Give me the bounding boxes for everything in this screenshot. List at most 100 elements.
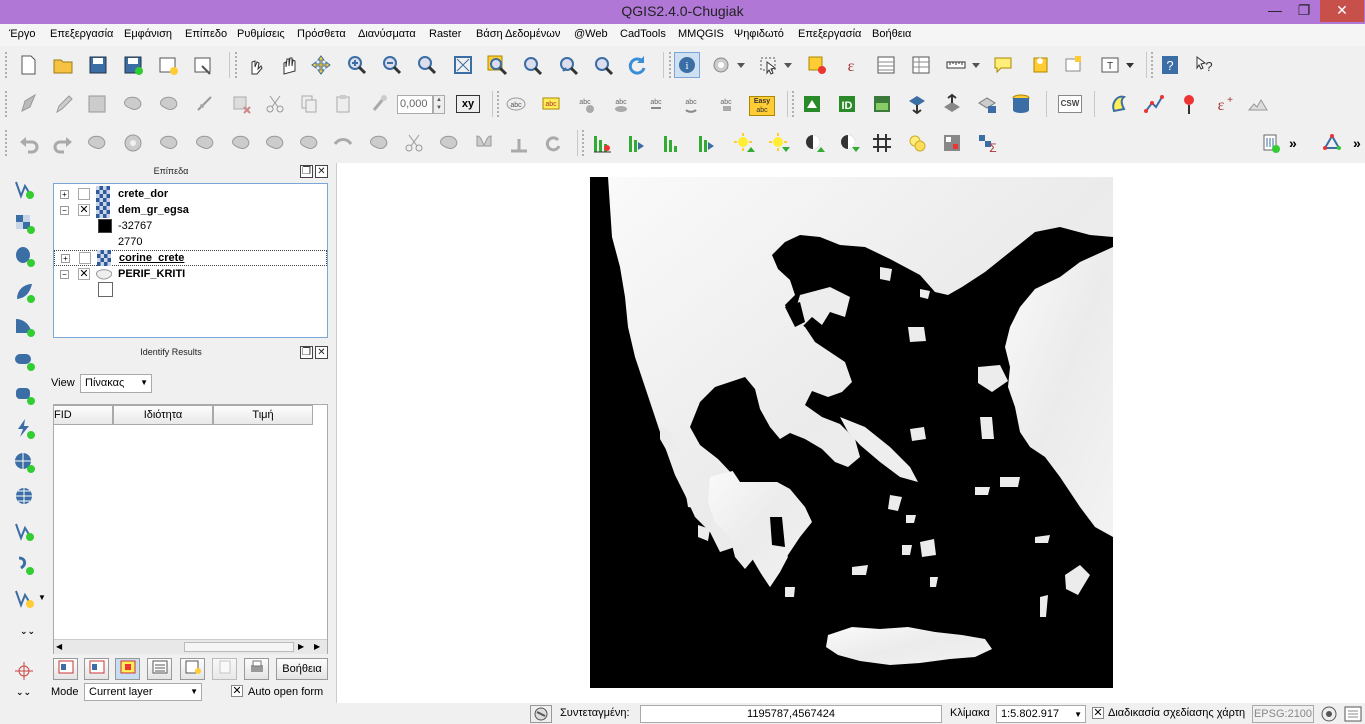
layer-row-perif-kriti[interactable]: − ✕ PERIF_KRITI bbox=[54, 266, 324, 282]
add-wms-icon[interactable] bbox=[799, 91, 825, 117]
layers-close-button[interactable]: ✕ bbox=[315, 165, 328, 178]
coordinate-toggle-icon[interactable] bbox=[530, 705, 552, 723]
scroll-right-arrow-2-icon[interactable]: ▶ bbox=[314, 642, 320, 651]
cumulative-stretch-icon[interactable] bbox=[624, 130, 650, 156]
add-delimited-text-icon[interactable]: ID bbox=[834, 91, 860, 117]
xy-tool-button[interactable]: xy bbox=[456, 95, 480, 113]
paste-features-icon[interactable] bbox=[330, 91, 356, 117]
show-bookmarks-icon[interactable] bbox=[1060, 52, 1086, 78]
dem-raster-map[interactable] bbox=[590, 177, 1113, 688]
whats-this-icon[interactable]: ? bbox=[1191, 52, 1217, 78]
menu-project[interactable]: Έργο bbox=[9, 28, 36, 40]
coordinate-field[interactable]: 1195787,4567424 bbox=[640, 705, 942, 723]
cut-features-icon[interactable] bbox=[262, 91, 288, 117]
menu-processing[interactable]: Επεξεργασία bbox=[798, 28, 861, 40]
toolbar-grip[interactable] bbox=[4, 90, 8, 118]
help-contents-icon[interactable]: ? bbox=[1157, 52, 1183, 78]
expression-plus-icon[interactable]: ε + bbox=[1210, 91, 1236, 117]
zoom-full-icon[interactable] bbox=[450, 52, 476, 78]
delete-ring-icon[interactable] bbox=[228, 130, 254, 156]
toolbar-grip[interactable] bbox=[581, 129, 585, 157]
annotation-dropdown-icon[interactable] bbox=[1124, 52, 1136, 78]
crs-projection-icon[interactable] bbox=[1319, 705, 1339, 723]
minimize-button[interactable]: — bbox=[1261, 0, 1289, 22]
statistics-icon[interactable] bbox=[908, 52, 934, 78]
delete-part-icon[interactable] bbox=[262, 130, 288, 156]
fill-ring-icon[interactable] bbox=[192, 130, 218, 156]
csw-client-button[interactable]: CSW bbox=[1058, 95, 1082, 113]
rotate-point-symbols-icon[interactable] bbox=[367, 91, 393, 117]
more-tools-chevron-icon[interactable]: ⌄⌄ bbox=[20, 626, 35, 637]
expand-all-button[interactable] bbox=[53, 658, 78, 680]
show-hide-labels-icon[interactable]: abc bbox=[608, 91, 634, 117]
save-edits-icon[interactable] bbox=[84, 91, 110, 117]
label-toolbar-icon[interactable]: abc bbox=[503, 91, 529, 117]
refresh-icon[interactable] bbox=[624, 52, 650, 78]
full-histogram-icon[interactable] bbox=[694, 130, 720, 156]
view-select[interactable]: Πίνακας ▼ bbox=[80, 374, 152, 393]
toolbar-grip[interactable] bbox=[234, 51, 238, 79]
add-raster-layer-icon[interactable] bbox=[11, 210, 37, 236]
layer-visibility-checkbox[interactable]: ✕ bbox=[78, 268, 90, 280]
composer-manager-icon[interactable] bbox=[190, 52, 216, 78]
identify-float-button[interactable]: ❐ bbox=[300, 346, 313, 359]
scroll-right-arrow-icon[interactable]: ▶ bbox=[298, 642, 304, 651]
points-icon[interactable] bbox=[904, 130, 930, 156]
menu-mosaic[interactable]: Ψηφιδωτό bbox=[734, 28, 784, 40]
toolbar-grip[interactable] bbox=[4, 51, 8, 79]
print-button[interactable] bbox=[212, 658, 237, 680]
merge-attributes-icon[interactable] bbox=[471, 130, 497, 156]
wfs-upload-icon[interactable] bbox=[939, 91, 965, 117]
add-wfs-layer-icon[interactable] bbox=[11, 483, 37, 509]
attribute-table-icon[interactable] bbox=[873, 52, 899, 78]
horizontal-scrollbar[interactable]: ◀ ▶ ▶ bbox=[54, 639, 327, 654]
mode-select[interactable]: Current layer ▼ bbox=[84, 683, 202, 701]
topology-checker-icon[interactable] bbox=[1319, 130, 1345, 156]
expand-new-results-button[interactable] bbox=[115, 658, 140, 680]
map-tips-icon[interactable] bbox=[990, 52, 1016, 78]
new-print-composer-icon[interactable] bbox=[155, 52, 181, 78]
add-spatialite-layer-icon[interactable] bbox=[11, 279, 37, 305]
toolbar-grip[interactable] bbox=[1150, 51, 1154, 79]
decrease-brightness-icon[interactable] bbox=[766, 130, 792, 156]
column-header-attribute[interactable]: Ιδιότητα bbox=[113, 405, 213, 425]
undo-icon[interactable] bbox=[16, 130, 42, 156]
expand-toggle[interactable]: + bbox=[61, 254, 70, 263]
render-checkbox[interactable]: ✕ bbox=[1092, 707, 1104, 719]
split-parts-icon[interactable] bbox=[401, 130, 427, 156]
add-raster-tile-icon[interactable] bbox=[869, 91, 895, 117]
identify-close-button[interactable]: ✕ bbox=[315, 346, 328, 359]
layer-visibility-checkbox[interactable]: ✕ bbox=[78, 204, 90, 216]
pin-labels-icon[interactable]: abc bbox=[573, 91, 599, 117]
histogram-stretch-icon[interactable] bbox=[589, 130, 615, 156]
merge-features-icon[interactable] bbox=[436, 130, 462, 156]
menu-vector[interactable]: Διανύσματα bbox=[358, 28, 416, 40]
copy-feature-button[interactable] bbox=[180, 658, 205, 680]
select-dropdown-icon[interactable] bbox=[782, 52, 794, 78]
zoom-to-layer-icon[interactable] bbox=[519, 52, 545, 78]
auto-open-checkbox[interactable]: ✕ bbox=[231, 685, 243, 697]
scroll-thumb[interactable] bbox=[184, 642, 294, 652]
toolbar-grip[interactable] bbox=[791, 90, 795, 118]
rotate-point-icon[interactable] bbox=[540, 130, 566, 156]
column-header-fid[interactable]: FID bbox=[53, 405, 113, 425]
change-label-icon[interactable]: abc bbox=[713, 91, 739, 117]
add-wcs-layer-icon[interactable] bbox=[11, 449, 37, 475]
deselect-icon[interactable] bbox=[804, 52, 830, 78]
zonal-statistics-icon[interactable]: Σ bbox=[974, 130, 1000, 156]
add-vector-layer-icon[interactable] bbox=[11, 176, 37, 202]
virtual-raster-icon[interactable] bbox=[974, 91, 1000, 117]
add-feature-icon[interactable] bbox=[120, 91, 146, 117]
map-canvas[interactable] bbox=[336, 163, 1365, 703]
menu-cadtools[interactable]: CadTools bbox=[620, 28, 666, 40]
menu-mmqgis[interactable]: MMQGIS bbox=[678, 28, 724, 40]
action-dropdown-icon[interactable] bbox=[735, 52, 747, 78]
zoom-last-icon[interactable] bbox=[555, 52, 581, 78]
rotate-label-icon[interactable]: abc bbox=[678, 91, 704, 117]
pan-hand-icon[interactable] bbox=[276, 52, 302, 78]
node-tool-icon[interactable] bbox=[192, 91, 218, 117]
rotate-feature-icon[interactable] bbox=[506, 130, 532, 156]
save-project-icon[interactable] bbox=[85, 52, 111, 78]
toolbar-grip[interactable] bbox=[496, 90, 500, 118]
menu-settings[interactable]: Ρυθμίσεις bbox=[237, 28, 285, 40]
